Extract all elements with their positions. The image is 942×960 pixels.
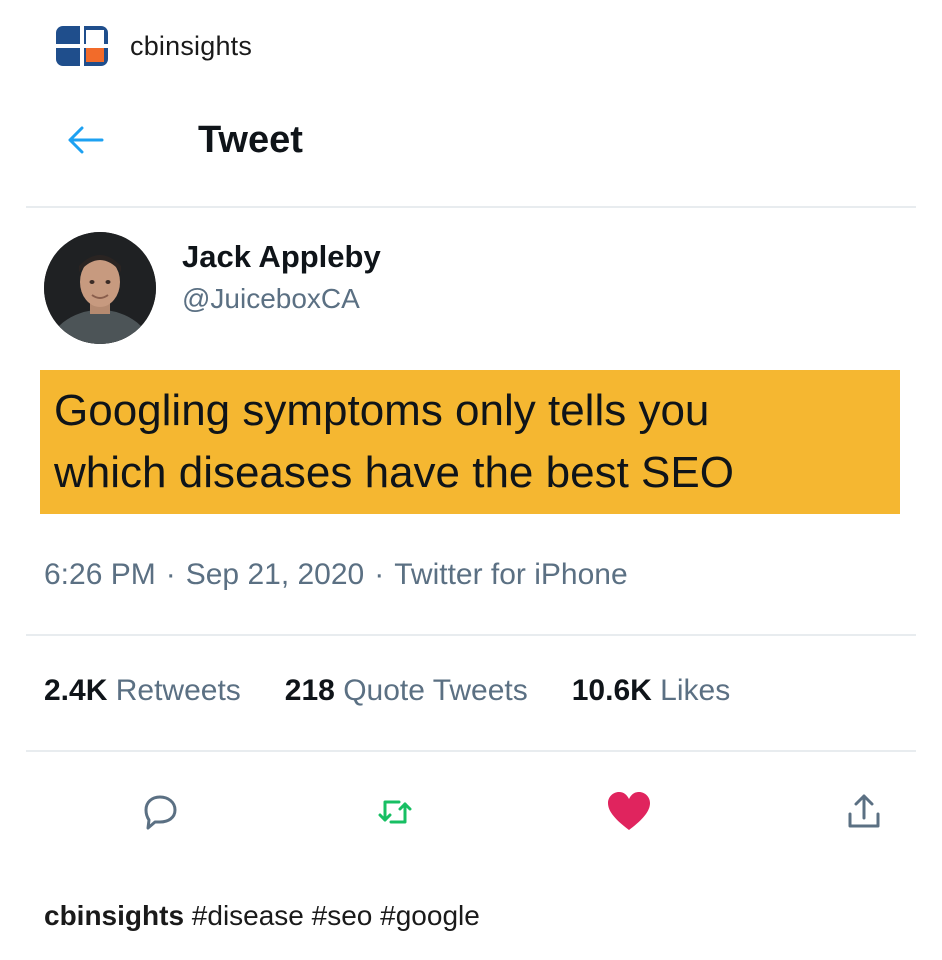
tweet-nav-bar: Tweet xyxy=(64,118,303,162)
retweet-icon xyxy=(378,800,412,824)
like-button[interactable] xyxy=(601,784,657,840)
caption-account[interactable]: cbinsights xyxy=(44,900,184,931)
page-title: Tweet xyxy=(198,118,303,161)
author-handle[interactable]: @JuiceboxCA xyxy=(182,283,381,315)
arrow-left-icon xyxy=(68,126,104,154)
tweet-meta: 6:26 PM · Sep 21, 2020 · Twitter for iPh… xyxy=(44,558,628,592)
divider xyxy=(26,206,916,208)
post-caption: cbinsights #disease #seo #google xyxy=(44,900,480,932)
tweet-stats: 2.4K Retweets 218 Quote Tweets 10.6K Lik… xyxy=(44,674,730,708)
retweets-label: Retweets xyxy=(115,674,241,707)
author-name[interactable]: Jack Appleby xyxy=(182,239,381,275)
tweet-time[interactable]: 6:26 PM xyxy=(44,558,156,592)
quote-tweets-label: Quote Tweets xyxy=(343,674,528,707)
avatar[interactable] xyxy=(44,232,156,344)
tweet-author: Jack Appleby @JuiceboxCA xyxy=(44,232,381,344)
heart-icon xyxy=(608,792,651,830)
retweets-stat[interactable]: 2.4K Retweets xyxy=(44,674,241,708)
meta-separator: · xyxy=(374,558,385,591)
share-button[interactable] xyxy=(836,784,892,840)
back-button[interactable] xyxy=(64,118,108,162)
tweet-text-line-2: which diseases have the best SEO xyxy=(54,448,734,497)
divider xyxy=(26,634,916,636)
author-info: Jack Appleby @JuiceboxCA xyxy=(182,239,381,315)
likes-stat[interactable]: 10.6K Likes xyxy=(572,674,730,708)
likes-label: Likes xyxy=(660,674,731,707)
reply-icon xyxy=(144,795,177,830)
post-card: cbinsights Tweet Jack Appleby @JuiceboxC… xyxy=(20,0,920,960)
tweet-actions xyxy=(132,784,892,840)
tweet-text: Googling symptoms only tells you which d… xyxy=(40,370,900,514)
cbinsights-logo-icon[interactable] xyxy=(56,26,108,66)
retweet-button[interactable] xyxy=(367,784,423,840)
tweet-source[interactable]: Twitter for iPhone xyxy=(394,558,627,592)
meta-separator: · xyxy=(165,558,176,591)
post-header: cbinsights xyxy=(56,26,252,66)
likes-count: 10.6K xyxy=(571,674,652,707)
caption-hashtags[interactable]: #disease #seo #google xyxy=(192,900,480,931)
divider xyxy=(26,750,916,752)
tweet-text-line-1: Googling symptoms only tells you xyxy=(54,386,710,435)
share-icon xyxy=(848,794,880,828)
quote-tweets-count: 218 xyxy=(284,674,335,707)
retweets-count: 2.4K xyxy=(44,674,108,707)
reply-button[interactable] xyxy=(132,784,188,840)
account-name[interactable]: cbinsights xyxy=(130,31,252,62)
quote-tweets-stat[interactable]: 218 Quote Tweets xyxy=(285,674,528,708)
tweet-date[interactable]: Sep 21, 2020 xyxy=(186,558,365,592)
